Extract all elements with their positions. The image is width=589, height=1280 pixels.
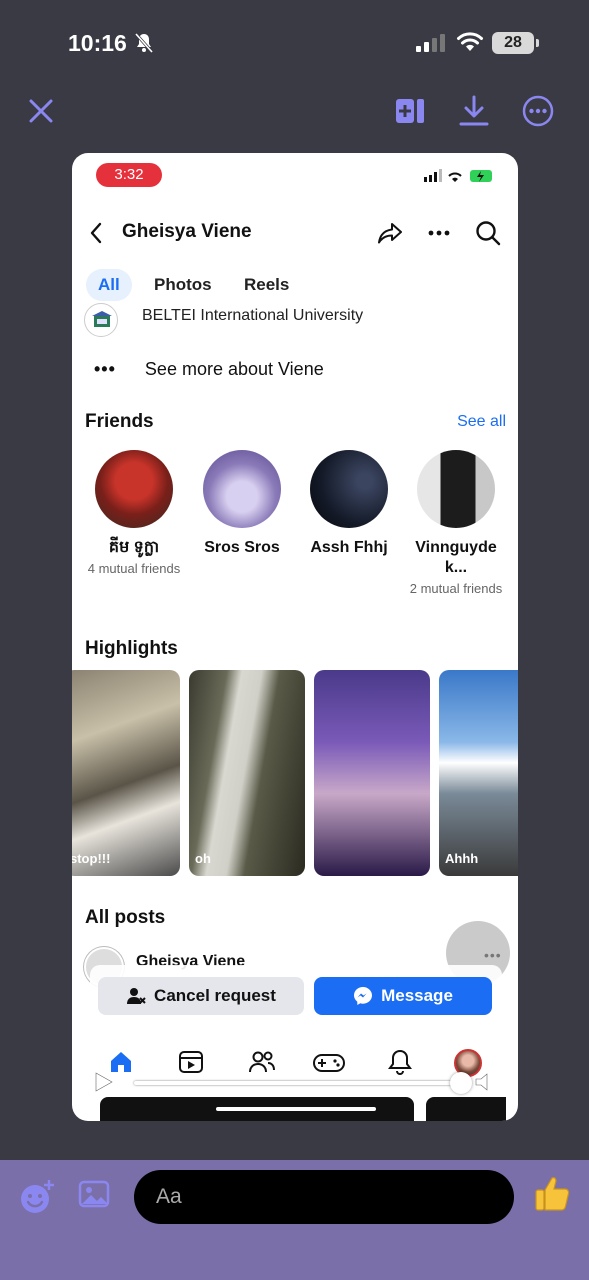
ellipsis-icon: ••• (94, 359, 116, 379)
highlight-card[interactable]: stop!!! (72, 670, 180, 876)
friend-avatar (203, 450, 281, 528)
status-time: 10:16 (68, 30, 127, 56)
gaming-icon[interactable] (312, 1049, 346, 1075)
sticker-add-icon[interactable] (18, 1178, 56, 1216)
home-indicator (216, 1107, 376, 1111)
notifications-icon[interactable] (388, 1049, 412, 1075)
share-icon[interactable] (376, 219, 404, 247)
close-icon[interactable] (28, 98, 54, 124)
download-icon[interactable] (458, 95, 490, 127)
friend-mutual: 2 mutual friends (409, 581, 503, 596)
friend-name: គីម ទូក្លា (108, 539, 160, 556)
see-all-friends-link[interactable]: See all (457, 413, 506, 431)
messenger-icon (354, 987, 373, 1005)
friend-card[interactable]: Sros Sros (192, 450, 292, 558)
volume-icon[interactable] (474, 1071, 498, 1093)
friends-heading: Friends (85, 411, 154, 432)
highlight-label: stop!!! (72, 851, 111, 866)
video-frame-edge (426, 1097, 506, 1121)
cellular-signal-icon (416, 34, 445, 52)
shared-screenshot[interactable]: 3:32 Gheisya Viene All Photos Reels BELT… (72, 153, 518, 1121)
more-options-icon[interactable] (522, 95, 554, 127)
profile-name: Gheisya Viene (122, 221, 252, 242)
embedded-status-time: 3:32 (96, 163, 162, 187)
video-icon[interactable] (178, 1049, 204, 1075)
highlight-label: oh (195, 851, 211, 866)
add-to-collection-icon[interactable] (394, 95, 426, 127)
message-label: Message (381, 986, 453, 1005)
highlights-heading: Highlights (85, 638, 178, 659)
cancel-request-button[interactable]: Cancel request (98, 977, 304, 1015)
embedded-status-icons (424, 169, 492, 182)
friends-icon[interactable] (248, 1049, 276, 1075)
status-bar: 10:16 28 (0, 0, 589, 88)
message-button[interactable]: Message (314, 977, 492, 1015)
see-more-about[interactable]: ••• See more about Viene (94, 359, 324, 380)
tab-photos[interactable]: Photos (142, 269, 224, 301)
scrubber-track[interactable] (134, 1081, 464, 1085)
friend-card[interactable]: Vinnguyde k... 2 mutual friends (406, 450, 506, 597)
highlight-label: Ahhh (445, 851, 479, 866)
search-icon[interactable] (474, 219, 502, 247)
friend-avatar (95, 450, 173, 528)
highlight-card[interactable] (314, 670, 430, 876)
school-icon (84, 303, 118, 337)
highlight-card[interactable]: Ahhh (439, 670, 518, 876)
education-text: BELTEI International University (142, 307, 364, 324)
friend-name: Vinnguyde k... (415, 539, 497, 576)
friend-card[interactable]: Assh Fhhj (299, 450, 399, 558)
video-scrubber[interactable] (92, 1072, 498, 1094)
ellipsis-icon: ••• (484, 947, 502, 963)
friend-card[interactable]: គីម ទូក្លា 4 mutual friends (84, 450, 184, 577)
friend-name: Assh Fhhj (310, 539, 388, 556)
friend-name: Sros Sros (204, 539, 280, 556)
friend-avatar (417, 450, 495, 528)
action-bar: Cancel request Message (90, 965, 502, 1017)
all-posts-heading: All posts (85, 907, 166, 928)
cancel-friend-icon (127, 988, 146, 1004)
friend-avatar (310, 450, 388, 528)
wifi-icon (457, 32, 483, 51)
cancel-request-label: Cancel request (154, 986, 276, 1005)
highlight-card[interactable]: oh (189, 670, 305, 876)
tab-all[interactable]: All (86, 269, 132, 301)
image-icon[interactable] (78, 1178, 110, 1210)
tab-reels[interactable]: Reels (232, 269, 301, 301)
more-icon[interactable] (426, 219, 452, 247)
play-icon[interactable] (92, 1071, 114, 1093)
friend-mutual: 4 mutual friends (87, 561, 181, 576)
battery-indicator: 28 (492, 32, 539, 54)
scrubber-handle[interactable] (450, 1072, 472, 1094)
thumbs-up-icon[interactable] (533, 1174, 573, 1214)
back-arrow-icon[interactable] (88, 221, 104, 245)
message-input[interactable]: Aa (134, 1170, 514, 1224)
see-more-label: See more about Viene (144, 359, 324, 379)
bell-muted-icon (134, 33, 154, 53)
message-composer: Aa (0, 1160, 589, 1280)
education-row[interactable]: BELTEI International University (84, 303, 504, 339)
